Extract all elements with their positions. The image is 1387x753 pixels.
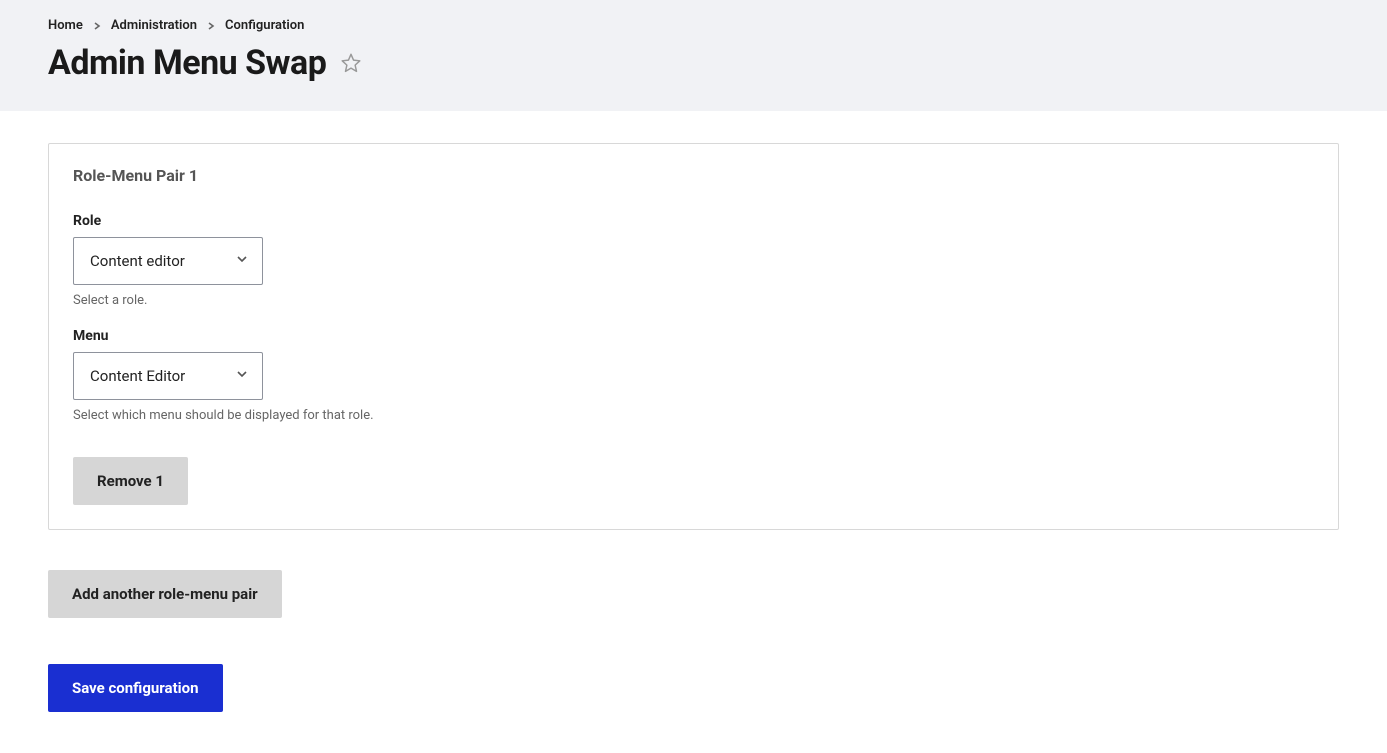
role-menu-pair-fieldset: Role-Menu Pair 1 Role Content editor Sel… xyxy=(48,143,1339,530)
page-title: Admin Menu Swap xyxy=(48,43,326,83)
breadcrumb-link-administration[interactable]: Administration xyxy=(111,18,197,33)
menu-label: Menu xyxy=(73,328,1314,344)
remove-button[interactable]: Remove 1 xyxy=(73,457,188,505)
menu-description: Select which menu should be displayed fo… xyxy=(73,408,1314,423)
fieldset-legend: Role-Menu Pair 1 xyxy=(73,166,1314,185)
chevron-right-icon xyxy=(207,22,215,30)
save-configuration-button[interactable]: Save configuration xyxy=(48,664,223,712)
breadcrumb-link-configuration[interactable]: Configuration xyxy=(225,18,304,33)
star-icon[interactable] xyxy=(340,52,362,74)
menu-select[interactable]: Content Editor xyxy=(73,352,263,400)
role-label: Role xyxy=(73,213,1314,229)
role-select[interactable]: Content editor xyxy=(73,237,263,285)
chevron-right-icon xyxy=(93,22,101,30)
breadcrumb-link-home[interactable]: Home xyxy=(48,18,83,33)
role-description: Select a role. xyxy=(73,293,1314,308)
breadcrumb: Home Administration Configuration xyxy=(48,18,1339,33)
add-another-button[interactable]: Add another role-menu pair xyxy=(48,570,282,618)
